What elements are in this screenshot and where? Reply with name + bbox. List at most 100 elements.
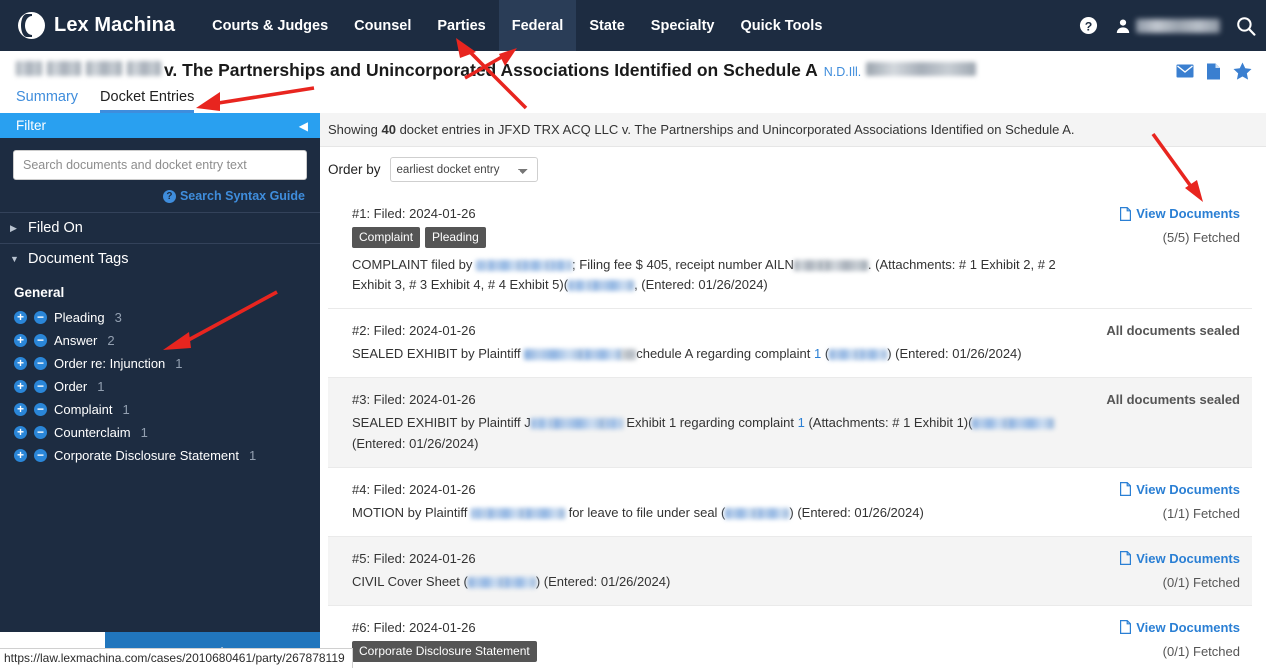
document-tag-label: Counterclaim <box>54 425 131 440</box>
docket-entry-text: COMPLAINT filed by ; Filing fee $ 405, r… <box>352 255 1092 295</box>
exclude-tag-icon[interactable]: − <box>34 334 47 347</box>
document-tag-row[interactable]: + − Order 1 <box>14 375 320 398</box>
chevron-down-icon: ▼ <box>10 254 19 264</box>
include-tag-icon[interactable]: + <box>14 449 27 462</box>
help-icon[interactable]: ? <box>1073 11 1103 41</box>
include-tag-icon[interactable]: + <box>14 334 27 347</box>
main-nav-links: Courts & Judges Counsel Parties Federal Stat… <box>199 0 835 51</box>
nav-link-state[interactable]: State <box>576 0 637 51</box>
lex-machina-logo-icon <box>18 12 45 39</box>
tab-summary[interactable]: Summary <box>16 89 78 113</box>
view-documents-label: View Documents <box>1136 550 1240 566</box>
document-icon[interactable] <box>1206 63 1221 80</box>
exclude-tag-icon[interactable]: − <box>34 311 47 324</box>
docket-text-fragment: ) (Entered: 01/26/2024) <box>535 573 671 589</box>
filter-section-filed-on[interactable]: ▶ Filed On <box>0 212 320 243</box>
docket-number-redacted <box>866 62 977 76</box>
docket-text-fragment: COMPLAINT filed by <box>352 257 477 272</box>
redacted-text <box>829 349 860 361</box>
document-tag-row[interactable]: + − Corporate Disclosure Statement 1 <box>14 444 320 467</box>
include-tag-icon[interactable]: + <box>14 311 27 324</box>
document-tag-row[interactable]: + − Order re: Injunction 1 <box>14 352 320 375</box>
exclude-tag-icon[interactable]: − <box>34 380 47 393</box>
sealed-label: All documents sealed <box>1106 392 1240 408</box>
order-by-select[interactable]: earliest docket entrylatest docket entry <box>389 157 538 182</box>
person-icon <box>1116 19 1130 33</box>
exclude-tag-icon[interactable]: − <box>34 449 47 462</box>
docket-entries-panel: Showing 40 docket entries in JFXD TRX AC… <box>320 113 1266 668</box>
document-tag-count: 1 <box>175 356 183 371</box>
search-syntax-guide-link[interactable]: ? Search Syntax Guide <box>13 189 307 203</box>
case-tabs: Summary Docket Entries <box>16 89 1266 113</box>
include-tag-icon[interactable]: + <box>14 426 27 439</box>
docket-entry-list: #1: Filed: 2024-01-26 Complaint Pleading CO… <box>320 192 1266 668</box>
user-name-redacted <box>1136 18 1220 33</box>
redacted-text <box>584 349 623 361</box>
view-documents-link[interactable]: View Documents <box>1120 482 1240 497</box>
nav-link-specialty[interactable]: Specialty <box>638 0 728 51</box>
brand-logo-link[interactable]: Lex Machina <box>18 12 175 39</box>
docket-entry-text: SEALED EXHIBIT by Plaintiff chedule A re… <box>352 344 1092 364</box>
chevron-left-icon[interactable]: ◀ <box>299 119 308 133</box>
nav-link-federal[interactable]: Federal <box>498 0 577 51</box>
view-documents-link[interactable]: View Documents <box>1120 620 1240 635</box>
docket-entry-tag-badge: Complaint <box>352 227 421 248</box>
document-tag-row[interactable]: + − Complaint 1 <box>14 398 320 421</box>
redacted-text <box>972 418 1009 430</box>
sealed-label: All documents sealed <box>1106 323 1240 339</box>
docket-entry-actions: View Documents (5/5) Fetched <box>1120 206 1240 245</box>
order-by-label: Order by <box>328 162 381 177</box>
envelope-icon[interactable] <box>1176 64 1194 78</box>
exclude-tag-icon[interactable]: − <box>34 357 47 370</box>
nav-link-courts-judges[interactable]: Courts & Judges <box>199 0 341 51</box>
docket-text-fragment: ; Filing fee $ 405, receipt number AILN <box>572 257 794 272</box>
redacted-text <box>859 349 888 361</box>
docket-entry-actions: All documents sealed <box>1106 323 1240 338</box>
view-documents-link[interactable]: View Documents <box>1120 551 1240 566</box>
page-title: v. The Partnerships and Unincorporated A… <box>16 60 1266 81</box>
search-icon[interactable] <box>1226 0 1266 51</box>
include-tag-icon[interactable]: + <box>14 380 27 393</box>
document-tag-row[interactable]: + − Pleading 3 <box>14 306 320 329</box>
view-documents-link[interactable]: View Documents <box>1120 206 1240 221</box>
star-icon[interactable] <box>1233 62 1252 80</box>
docket-entry-tag-badge: Corporate Disclosure Statement <box>352 640 537 662</box>
docket-entry-number: #4: Filed: 2024-01-26 <box>352 481 476 497</box>
filter-search-zone: ? Search Syntax Guide <box>0 138 320 203</box>
document-tag-count: 1 <box>140 425 148 440</box>
redacted-text <box>524 507 565 519</box>
page-body: Filter ◀ ? Search Syntax Guide ▶ Filed O… <box>0 113 1266 668</box>
search-input[interactable] <box>13 150 307 180</box>
document-tag-list: + − Pleading 3 + − Answer 2 + − Order re: Injuncti… <box>0 306 320 467</box>
redacted-text <box>568 280 593 292</box>
docket-attachment-link[interactable]: 1 <box>798 415 805 430</box>
redacted-text <box>467 576 504 588</box>
docket-entry: #3: Filed: 2024-01-26 SEALED EXHIBIT by P… <box>328 378 1252 468</box>
exclude-tag-icon[interactable]: − <box>34 403 47 416</box>
include-tag-icon[interactable]: + <box>14 357 27 370</box>
document-tag-count: 1 <box>122 402 130 417</box>
nav-link-counsel[interactable]: Counsel <box>341 0 424 51</box>
nav-link-parties[interactable]: Parties <box>424 0 498 51</box>
docket-text-fragment: (Attachments: # 1 Exhibit 1)( <box>804 415 973 431</box>
view-documents-label: View Documents <box>1136 481 1240 497</box>
redacted-text <box>604 418 623 430</box>
tab-docket-entries[interactable]: Docket Entries <box>100 89 195 113</box>
docket-entry-actions: View Documents (0/1) Fetched <box>1120 620 1240 659</box>
docket-entry-number: #5: Filed: 2024-01-26 <box>352 550 476 566</box>
redacted-text <box>793 260 824 272</box>
docket-text-fragment: ( <box>821 346 830 362</box>
redacted-text <box>476 260 489 272</box>
document-tag-row[interactable]: + − Answer 2 <box>14 329 320 352</box>
nav-link-quick-tools[interactable]: Quick Tools <box>727 0 835 51</box>
exclude-tag-icon[interactable]: − <box>34 426 47 439</box>
document-tag-row[interactable]: + − Counterclaim 1 <box>14 421 320 444</box>
user-account-menu[interactable] <box>1115 18 1220 34</box>
fetched-count: (0/1) Fetched <box>1162 643 1240 659</box>
docket-text-fragment: for leave to file under seal ( <box>564 504 726 520</box>
filter-section-document-tags[interactable]: ▼ Document Tags <box>0 243 320 274</box>
filter-section-document-tags-label: Document Tags <box>28 251 129 267</box>
document-icon <box>1120 620 1132 635</box>
tags-group-label: General <box>14 285 65 300</box>
include-tag-icon[interactable]: + <box>14 403 27 416</box>
